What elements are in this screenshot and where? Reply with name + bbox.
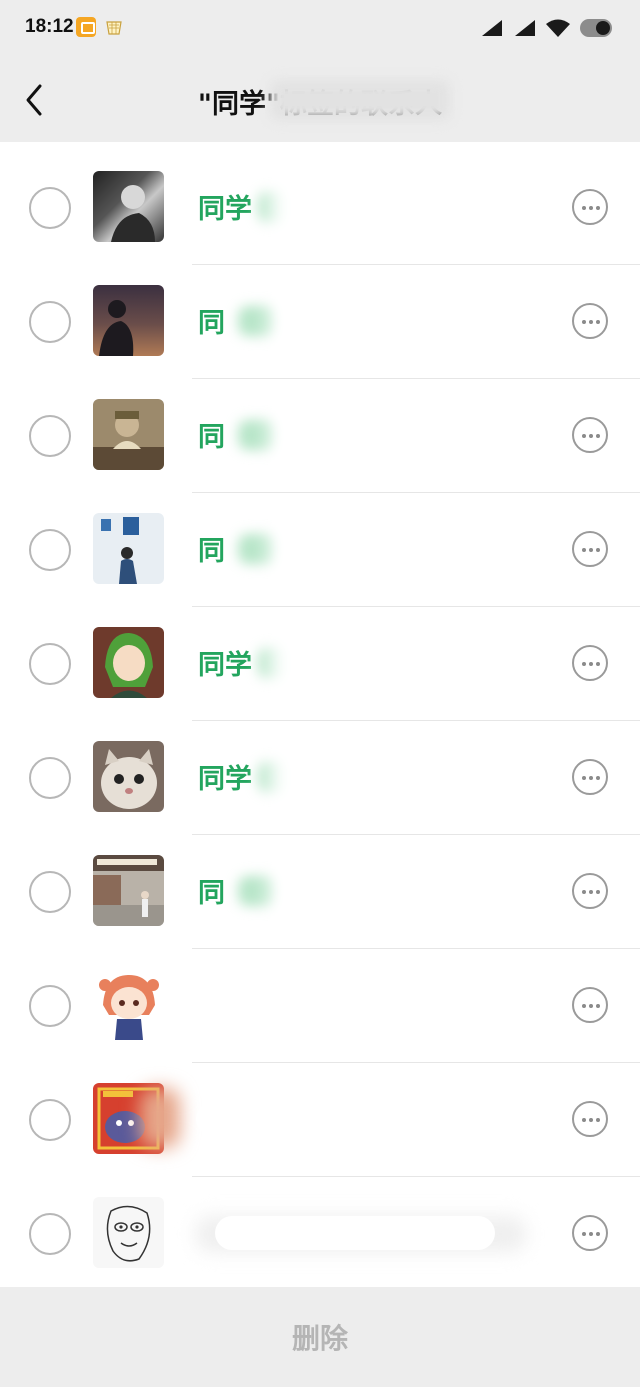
more-options-button[interactable] (572, 189, 608, 225)
redaction-pill (215, 1216, 495, 1250)
title-redaction (270, 80, 450, 120)
more-options-button[interactable] (572, 645, 608, 681)
more-options-button[interactable] (572, 1215, 608, 1251)
select-checkbox[interactable] (29, 1099, 71, 1141)
contact-row[interactable]: 同 (0, 834, 640, 948)
avatar[interactable] (93, 855, 164, 926)
avatar[interactable] (93, 1197, 164, 1268)
more-options-button[interactable] (572, 1101, 608, 1137)
delete-button[interactable]: 删除 (0, 1317, 640, 1357)
redaction-smear (270, 738, 390, 818)
avatar[interactable] (93, 399, 164, 470)
select-checkbox[interactable] (29, 757, 71, 799)
select-checkbox[interactable] (29, 187, 71, 229)
contact-row[interactable]: 同 (0, 492, 640, 606)
status-bar: 18:12 (0, 0, 640, 58)
more-options-button[interactable] (572, 531, 608, 567)
battery-icon (580, 19, 612, 37)
select-checkbox[interactable] (29, 1213, 71, 1255)
contact-name: 同学 (198, 194, 252, 225)
select-checkbox[interactable] (29, 301, 71, 343)
avatar[interactable] (93, 513, 164, 584)
contact-name: 同 (198, 536, 225, 567)
wifi-icon (546, 19, 570, 37)
select-checkbox[interactable] (29, 643, 71, 685)
contact-row[interactable]: 同学 (0, 150, 640, 264)
select-checkbox[interactable] (29, 415, 71, 457)
name-redaction (140, 1088, 180, 1148)
contact-row[interactable]: 同 (0, 264, 640, 378)
redaction-smear (270, 852, 390, 932)
avatar[interactable] (93, 171, 164, 242)
select-checkbox[interactable] (29, 985, 71, 1027)
contact-row[interactable] (0, 1062, 640, 1176)
select-checkbox[interactable] (29, 529, 71, 571)
avatar[interactable] (93, 741, 164, 812)
contact-name: 同学 (198, 650, 252, 681)
contact-name: 同 (198, 422, 225, 453)
contact-list: 同学 同 同 同 同学 同学 同 (0, 150, 640, 1290)
contact-name: 同学 (198, 764, 252, 795)
avatar[interactable] (93, 627, 164, 698)
avatar[interactable] (93, 285, 164, 356)
bottom-action-bar: 删除 (0, 1287, 640, 1387)
contact-row[interactable]: 同 (0, 378, 640, 492)
contact-name: 同 (198, 878, 225, 909)
status-time: 18:12 (25, 16, 74, 37)
redaction-pill (196, 1102, 496, 1136)
contact-row[interactable] (0, 948, 640, 1062)
more-options-button[interactable] (572, 417, 608, 453)
notification-app-icon (76, 17, 96, 37)
contact-row[interactable]: 同学 (0, 720, 640, 834)
redaction-smear (270, 624, 390, 704)
signal-2-icon (515, 20, 535, 36)
redaction-smear (270, 282, 390, 362)
contact-row[interactable]: 同学 (0, 606, 640, 720)
more-options-button[interactable] (572, 303, 608, 339)
select-checkbox[interactable] (29, 871, 71, 913)
redaction-smear (270, 396, 390, 476)
signal-1-icon (482, 20, 502, 36)
notification-emoji-icon (106, 21, 122, 35)
nav-bar: "同学"标签的联系人 (0, 58, 640, 142)
more-options-button[interactable] (572, 987, 608, 1023)
more-options-button[interactable] (572, 759, 608, 795)
avatar[interactable] (93, 969, 164, 1040)
redaction-smear (270, 510, 390, 590)
redaction-smear (270, 168, 390, 248)
contact-row[interactable] (0, 1176, 640, 1290)
more-options-button[interactable] (572, 873, 608, 909)
contact-name: 同 (198, 308, 225, 339)
